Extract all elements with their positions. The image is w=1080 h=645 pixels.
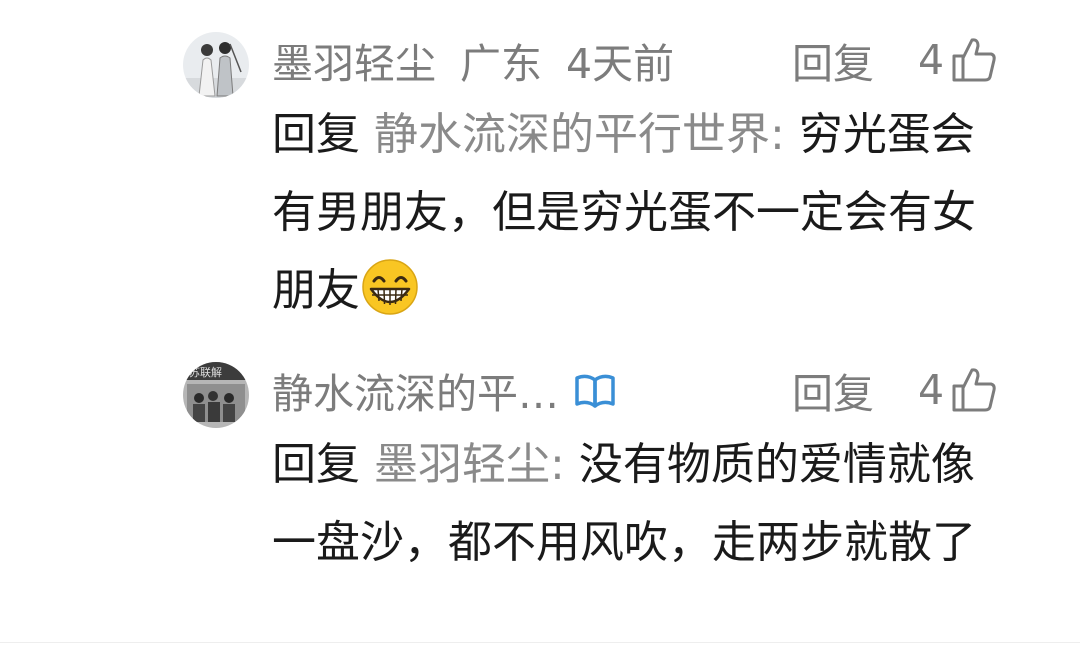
reply-target[interactable]: 静水流深的平行世界: bbox=[374, 109, 785, 160]
avatar[interactable] bbox=[183, 32, 249, 98]
comment-body: 回复 墨羽轻尘: 没有物质的爱情就像一盘沙，都不用风吹，走两步就散了 bbox=[272, 426, 992, 582]
comment-actions: 回复 4 bbox=[792, 360, 998, 420]
thumbs-up-icon[interactable] bbox=[950, 366, 998, 414]
reply-button[interactable]: 回复 bbox=[792, 360, 874, 420]
grinning-face-emoji-icon bbox=[360, 257, 420, 317]
comment-actions: 回复 4 bbox=[792, 30, 998, 90]
comment-meta: 墨羽轻尘 广东 4天前 bbox=[272, 30, 674, 90]
comment-item: 苏联解 静水流深的平… 回复 4 回复 墨羽轻尘: 没有物质的爱情就像一盘沙，都… bbox=[0, 330, 1080, 645]
reply-button[interactable]: 回复 bbox=[792, 30, 874, 90]
comment-meta: 静水流深的平… bbox=[272, 360, 617, 420]
comment-item: 墨羽轻尘 广东 4天前 回复 4 回复 静水流深的平行世界: 穷光蛋会有男朋友，… bbox=[0, 0, 1080, 330]
like-count: 4 bbox=[918, 366, 945, 414]
reply-prefix: 回复 bbox=[272, 439, 360, 490]
timestamp: 4天前 bbox=[566, 40, 675, 88]
username[interactable]: 墨羽轻尘 bbox=[272, 30, 436, 90]
verified-book-icon bbox=[573, 370, 617, 410]
comment-body: 回复 静水流深的平行世界: 穷光蛋会有男朋友，但是穷光蛋不一定会有女朋友 bbox=[272, 96, 992, 330]
avatar[interactable]: 苏联解 bbox=[183, 362, 249, 428]
username[interactable]: 静水流深的平… bbox=[272, 360, 559, 420]
location: 广东 bbox=[460, 40, 542, 88]
reply-prefix: 回复 bbox=[272, 109, 360, 160]
thumbs-up-icon[interactable] bbox=[950, 36, 998, 84]
like-count: 4 bbox=[918, 36, 945, 84]
svg-text:苏联解: 苏联解 bbox=[189, 365, 222, 379]
divider bbox=[0, 642, 1080, 643]
reply-target[interactable]: 墨羽轻尘: bbox=[374, 439, 565, 490]
